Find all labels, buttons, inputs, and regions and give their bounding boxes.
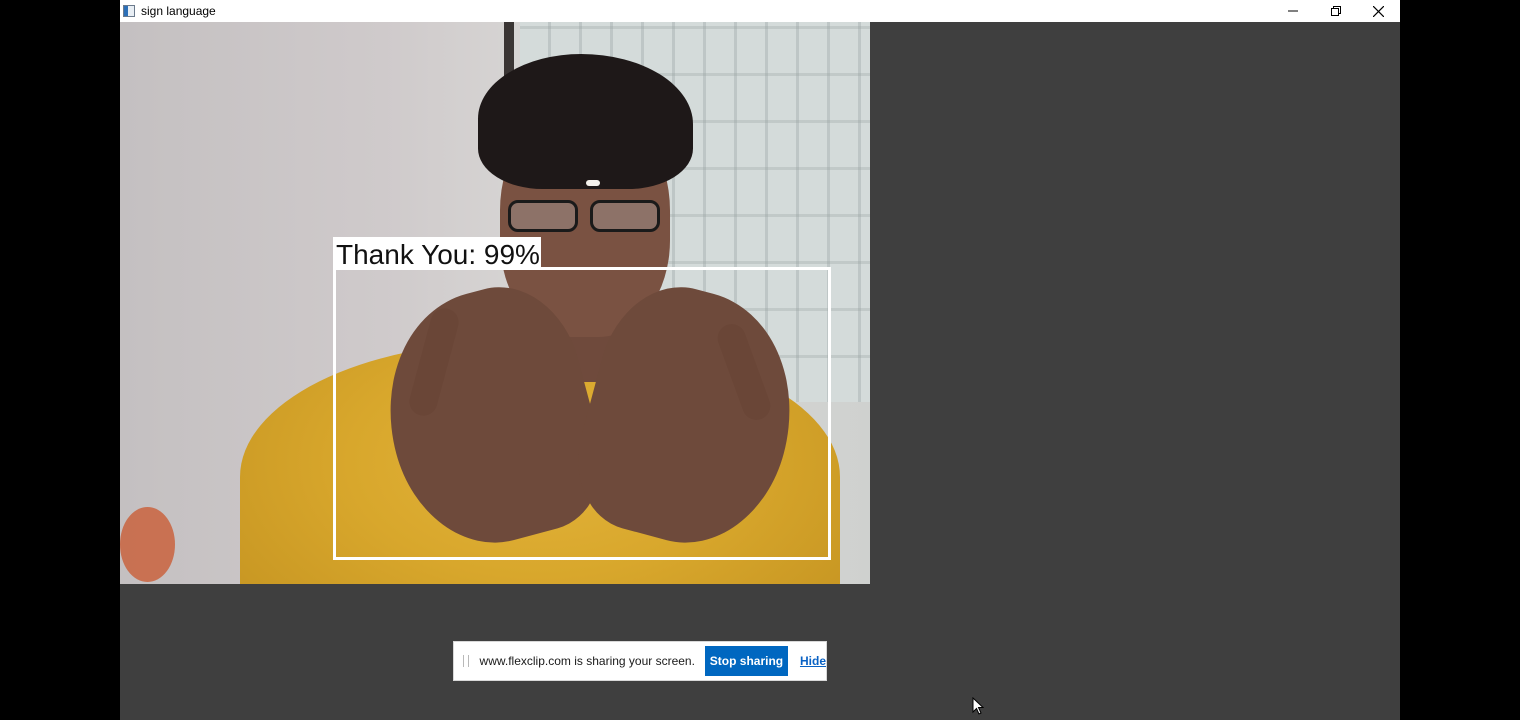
share-message: www.flexclip.com is sharing your screen. — [479, 654, 695, 668]
drag-handle-icon[interactable] — [463, 655, 469, 667]
screen-share-bar: www.flexclip.com is sharing your screen.… — [453, 641, 827, 681]
detection-box — [333, 267, 831, 560]
window-app-icon — [123, 5, 135, 17]
mouse-pointer-icon — [972, 697, 984, 715]
close-button[interactable] — [1357, 0, 1400, 22]
window-controls — [1271, 0, 1400, 22]
window-title: sign language — [141, 4, 216, 18]
restore-button[interactable] — [1314, 0, 1357, 22]
forehead-mark — [586, 180, 600, 186]
background-object — [120, 507, 175, 582]
title-bar: sign language — [120, 0, 1400, 22]
person-hair — [478, 54, 693, 189]
stop-sharing-button[interactable]: Stop sharing — [704, 646, 788, 676]
detection-label: Thank You: 99% — [336, 239, 540, 270]
person-glasses — [498, 200, 668, 234]
minimize-button[interactable] — [1271, 0, 1314, 22]
restore-icon — [1330, 6, 1341, 16]
webcam-feed: Thank You: 99% — [120, 22, 870, 584]
minimize-icon — [1287, 10, 1298, 12]
close-icon — [1373, 5, 1384, 17]
hide-link[interactable]: Hide — [800, 654, 826, 668]
app-window: sign language Thank You: 99% — [120, 0, 1400, 720]
